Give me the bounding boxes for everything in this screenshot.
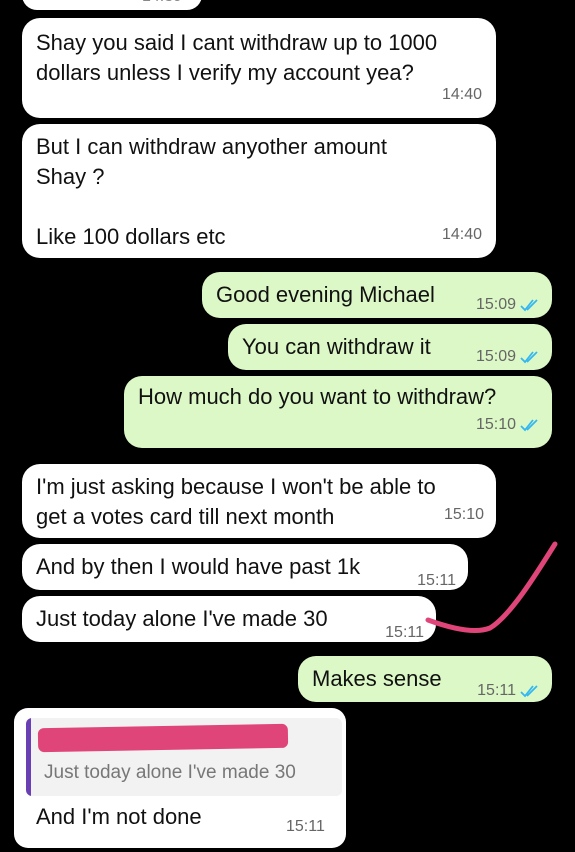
message-text: And by then I would have past 1k — [36, 554, 361, 579]
message-text: You can withdraw it — [242, 334, 431, 359]
annotation-stroke — [425, 541, 558, 633]
message-text: Makes sense — [312, 666, 442, 691]
double-check-icon — [520, 351, 538, 364]
message-time-value: 15:10 — [475, 416, 516, 433]
message-text: How much do you want to withdraw? — [138, 384, 497, 409]
message-time: 15:11 — [286, 818, 325, 835]
quoted-message-text: Just today alone I've made 30 — [44, 762, 296, 783]
message-text: I'm just asking because I won't be able … — [36, 474, 436, 529]
message-text: And I'm not done — [36, 804, 202, 829]
message-time-value: 15:11 — [477, 682, 516, 699]
message-bubble-incoming[interactable]: Shay you said I cant withdraw up to 1000… — [22, 18, 496, 118]
message-bubble-outgoing[interactable]: Good evening Michael 15:09 — [202, 272, 552, 318]
message-bubble-incoming[interactable]: Just today alone I've made 30 15:11 — [22, 596, 436, 642]
message-text: Shay you said I cant withdraw up to 1000… — [36, 30, 438, 85]
redaction-scribble — [37, 723, 289, 753]
message-bubble-outgoing[interactable]: How much do you want to withdraw? 15:10 — [124, 376, 552, 448]
message-time: 14:40 — [441, 86, 482, 103]
quote-accent-bar — [26, 718, 31, 796]
message-time: 15:09 — [476, 290, 542, 320]
message-time: 14:39 — [142, 0, 182, 12]
message-time-value: 15:09 — [475, 296, 516, 313]
message-bubble-outgoing[interactable]: You can withdraw it 15:09 — [228, 324, 552, 370]
message-bubble-outgoing[interactable]: Makes sense 15:11 — [298, 656, 552, 702]
message-time: 15:09 — [476, 342, 542, 372]
message-time: 14:40 — [441, 226, 482, 243]
message-bubble-incoming[interactable]: I'm just asking because I won't be able … — [22, 464, 496, 538]
double-check-icon — [520, 419, 538, 432]
message-time: 15:11 — [477, 676, 542, 706]
message-time: 15:10 — [476, 410, 542, 440]
message-bubble-incoming[interactable]: But I can withdraw anyother amount Shay … — [22, 124, 496, 258]
message-time-value: 15:09 — [475, 348, 516, 365]
double-check-icon — [520, 299, 538, 312]
message-time: 15:10 — [443, 506, 484, 523]
double-check-icon — [520, 685, 538, 698]
message-bubble-incoming[interactable]: 14:39 — [22, 0, 202, 10]
message-text: But I can withdraw anyother amount Shay … — [36, 134, 387, 249]
message-text: Just today alone I've made 30 — [36, 606, 328, 631]
message-text: Good evening Michael — [216, 282, 435, 307]
message-bubble-incoming[interactable]: And by then I would have past 1k 15:11 — [22, 544, 468, 590]
message-time: 15:11 — [385, 624, 424, 641]
